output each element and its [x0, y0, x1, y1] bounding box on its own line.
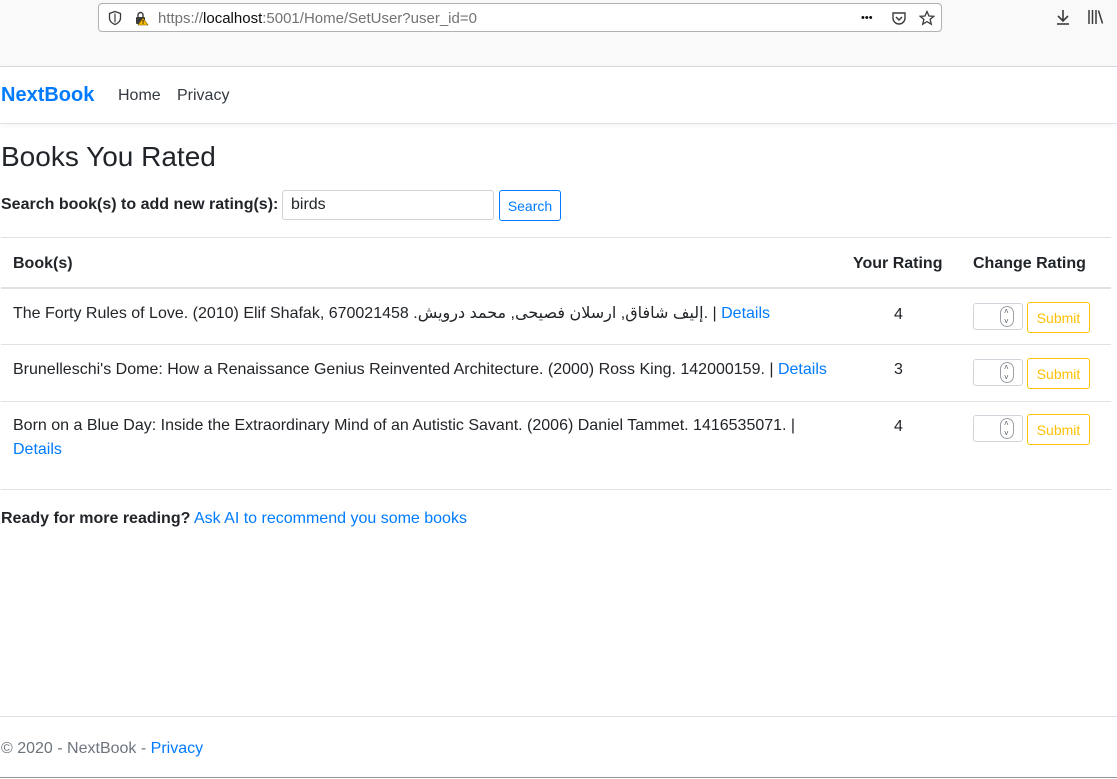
- url-text[interactable]: https://localhost:5001/Home/SetUser?user…: [158, 10, 477, 27]
- stepper-arrows-icon[interactable]: ˄ ˅: [1000, 306, 1014, 327]
- submit-rating-button[interactable]: Submit: [1027, 358, 1090, 389]
- page-actions-icon[interactable]: •••: [861, 12, 873, 30]
- page-title: Books You Rated: [1, 141, 216, 172]
- book-text: Born on a Blue Day: Inside the Extraordi…: [13, 417, 796, 434]
- table-row: Brunelleschi's Dome: How a Renaissance G…: [1, 344, 1111, 401]
- recommend-link[interactable]: Ask AI to recommend you some books: [194, 510, 467, 527]
- recommend-label: Ready for more reading?: [1, 510, 191, 527]
- recommend-prompt: Ready for more reading? Ask AI to recomm…: [1, 510, 467, 528]
- rating-stepper[interactable]: ˄ ˅: [973, 303, 1023, 330]
- nav-link-privacy[interactable]: Privacy: [177, 87, 229, 105]
- rating-stepper[interactable]: ˄ ˅: [973, 415, 1023, 442]
- rating-value: 4: [894, 418, 903, 435]
- footer-privacy-link[interactable]: Privacy: [151, 740, 203, 757]
- library-icon[interactable]: [1086, 7, 1106, 27]
- rating-stepper[interactable]: ˄ ˅: [973, 359, 1023, 386]
- footer: © 2020 - NextBook - Privacy: [0, 716, 1117, 778]
- footer-copyright: © 2020 - NextBook -: [1, 740, 147, 757]
- pocket-icon[interactable]: [891, 10, 907, 26]
- details-link[interactable]: Details: [13, 441, 62, 458]
- book-cell: Born on a Blue Day: Inside the Extraordi…: [13, 414, 813, 462]
- browser-toolbar: https://localhost:5001/Home/SetUser?user…: [0, 0, 1117, 67]
- search-button[interactable]: Search: [499, 190, 561, 221]
- book-text: Brunelleschi's Dome: How a Renaissance G…: [13, 361, 774, 378]
- navbar: NextBook Home Privacy: [0, 67, 1117, 124]
- header-change-rating: Change Rating: [973, 255, 1086, 272]
- address-bar[interactable]: https://localhost:5001/Home/SetUser?user…: [98, 3, 942, 32]
- table-header-row: Book(s) Your Rating Change Rating: [1, 237, 1111, 287]
- submit-rating-button[interactable]: Submit: [1027, 302, 1090, 333]
- submit-rating-button[interactable]: Submit: [1027, 414, 1090, 445]
- brand-link[interactable]: NextBook: [1, 84, 94, 107]
- table-bottom-divider: [1, 489, 1111, 490]
- insecure-lock-icon[interactable]: [133, 10, 149, 26]
- url-path: :5001/Home/SetUser?user_id=0: [262, 10, 477, 27]
- search-input[interactable]: [282, 190, 494, 220]
- book-cell: Brunelleschi's Dome: How a Renaissance G…: [13, 358, 833, 382]
- details-link[interactable]: Details: [721, 305, 770, 322]
- book-cell: The Forty Rules of Love. (2010) Elif Sha…: [13, 302, 833, 326]
- table-row: The Forty Rules of Love. (2010) Elif Sha…: [1, 287, 1111, 344]
- nav-link-home[interactable]: Home: [118, 87, 161, 105]
- download-icon[interactable]: [1053, 7, 1073, 27]
- stepper-arrows-icon[interactable]: ˄ ˅: [1000, 418, 1014, 439]
- rating-value: 3: [894, 361, 903, 378]
- shield-icon[interactable]: [107, 10, 123, 26]
- table-row: Born on a Blue Day: Inside the Extraordi…: [1, 401, 1111, 490]
- footer-text: © 2020 - NextBook - Privacy: [1, 740, 203, 758]
- search-label: Search book(s) to add new rating(s):: [1, 196, 279, 213]
- book-text: The Forty Rules of Love. (2010) Elif Sha…: [13, 305, 717, 322]
- bookmark-star-icon[interactable]: [919, 10, 935, 26]
- rating-value: 4: [894, 306, 903, 323]
- url-host: localhost: [203, 10, 263, 27]
- header-your-rating: Your Rating: [853, 255, 943, 272]
- url-prefix: https://: [158, 10, 204, 27]
- details-link[interactable]: Details: [778, 361, 827, 378]
- stepper-arrows-icon[interactable]: ˄ ˅: [1000, 362, 1014, 383]
- header-books: Book(s): [13, 255, 73, 272]
